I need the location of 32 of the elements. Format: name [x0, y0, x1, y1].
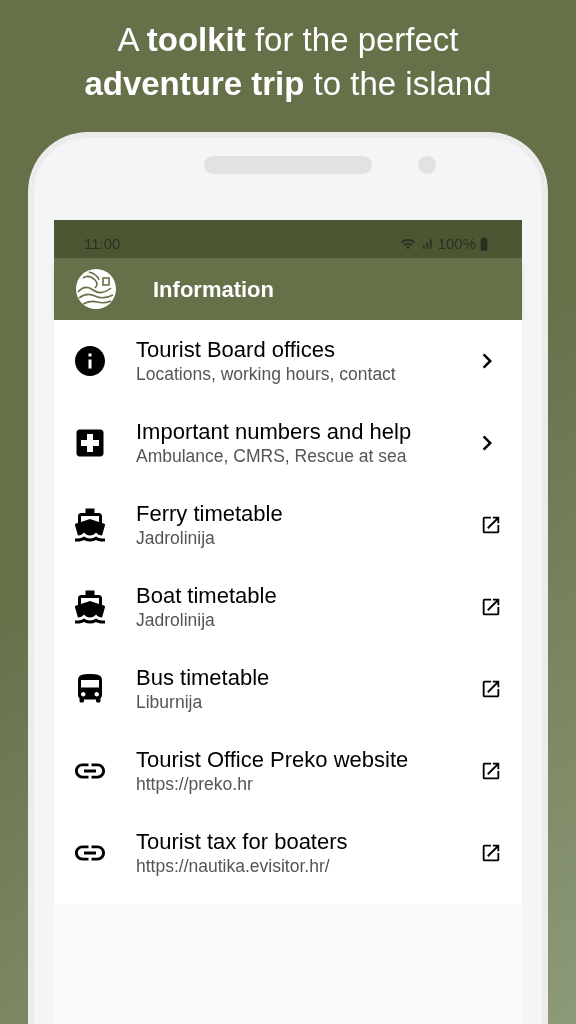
external-link-icon [480, 760, 502, 782]
app-bar-title: Information [153, 275, 274, 304]
item-title: Tourist Office Preko website [136, 746, 410, 773]
list-item[interactable]: Tourist Office Preko website https://preko.hr [54, 730, 522, 812]
external-link-icon [480, 678, 502, 700]
item-subtitle: Locations, working hours, contact [136, 363, 397, 386]
external-link-icon [480, 842, 502, 864]
item-title: Important numbers and help [136, 418, 413, 445]
info-icon [72, 343, 108, 379]
logo-icon [75, 268, 117, 310]
item-subtitle: Jadrolinija [136, 609, 216, 632]
list-item[interactable]: Bus timetable Liburnija [54, 648, 522, 730]
item-subtitle: Jadrolinija [136, 527, 216, 550]
ship-icon [72, 507, 108, 543]
list-item[interactable]: Tourist tax for boaters https://nautika.evisitor.hr/ [54, 812, 522, 894]
item-title: Tourist tax for boaters [136, 828, 349, 855]
list-item[interactable]: Boat timetable Jadrolinija [54, 566, 522, 648]
external-link-icon [480, 514, 502, 536]
item-title: Bus timetable [136, 664, 271, 691]
list-item[interactable]: Ferry timetable Jadrolinija [54, 484, 522, 566]
ship-icon [72, 589, 108, 625]
external-link-icon [480, 596, 502, 618]
item-title: Boat timetable [136, 582, 278, 609]
item-subtitle: https://preko.hr [136, 773, 254, 796]
list-item[interactable]: Important numbers and help Ambulance, CMRS, Rescue at sea [54, 402, 522, 484]
item-title: Tourist Board offices [136, 336, 336, 363]
item-title: Ferry timetable [136, 500, 284, 527]
headline: A toolkit for the perfect adventure trip to the island [84, 20, 492, 104]
item-subtitle: Ambulance, CMRS, Rescue at sea [136, 445, 408, 468]
item-subtitle: https://nautika.evisitor.hr/ [136, 855, 331, 878]
item-subtitle: Liburnija [136, 691, 204, 714]
list-item[interactable]: Tourist Board offices Locations, working hours, contact [54, 320, 522, 402]
